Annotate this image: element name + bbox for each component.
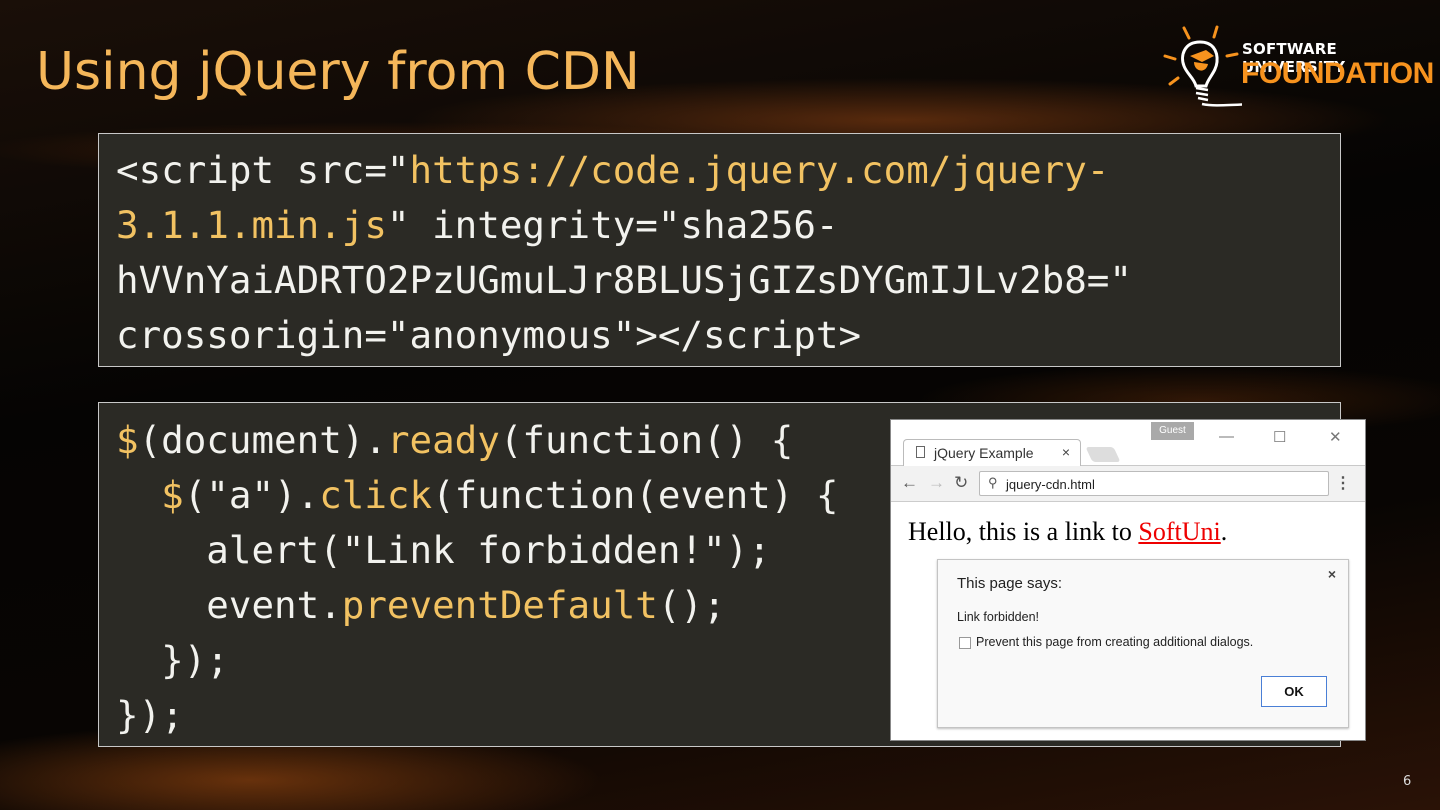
- document-icon: [916, 446, 925, 458]
- reload-icon[interactable]: ↻: [954, 473, 968, 493]
- page-content-text: Hello, this is a link to SoftUni.: [908, 517, 1227, 547]
- softuni-foundation-logo: SOFTWARE UNIVERSITY FOUNDATION: [1162, 24, 1434, 108]
- new-tab-button[interactable]: [1085, 447, 1121, 462]
- prevent-dialogs-label[interactable]: Prevent this page from creating addition…: [976, 635, 1253, 649]
- code-line: hVVnYaiADRTO2PzUGmuLJr8BLUSjGIZsDYGmIJLv…: [116, 253, 1340, 308]
- code-token: ();: [657, 583, 726, 627]
- tab-jquery-example[interactable]: jQuery Example ×: [903, 439, 1081, 467]
- code-token: });: [116, 638, 229, 682]
- code-token: (document).: [138, 418, 387, 462]
- code-token: ("a").: [183, 473, 320, 517]
- code-token: (function() {: [499, 418, 794, 462]
- close-window-icon[interactable]: ✕: [1329, 428, 1342, 446]
- code-token-highlight: $: [116, 418, 139, 462]
- code-token-highlight: https://code.jquery.com/jquery-: [409, 148, 1110, 192]
- code-token-highlight: 3.1.1.min.js: [116, 203, 387, 247]
- code-line: <script src="https://code.jquery.com/jqu…: [116, 143, 1340, 198]
- menu-kebab-icon[interactable]: ⋮: [1335, 473, 1351, 493]
- address-text: jquery-cdn.html: [1006, 477, 1095, 492]
- dialog-close-icon[interactable]: ×: [1328, 566, 1336, 582]
- forward-arrow-icon[interactable]: →: [928, 473, 945, 493]
- minimize-icon[interactable]: —: [1219, 428, 1234, 445]
- code-token: crossorigin="anonymous"></script>: [116, 313, 862, 357]
- hello-text: Hello, this is a link to: [908, 517, 1139, 546]
- tab-title: jQuery Example: [934, 445, 1034, 461]
- tab-bar: Guest — ☐ ✕ jQuery Example ×: [891, 420, 1365, 467]
- browser-window-screenshot: Guest — ☐ ✕ jQuery Example × ← → ↻ ⚲ jqu…: [890, 419, 1366, 741]
- dialog-heading: This page says:: [957, 575, 1063, 592]
- code-token: });: [116, 693, 184, 737]
- lightbulb-icon: [1163, 25, 1242, 107]
- maximize-icon[interactable]: ☐: [1273, 428, 1286, 446]
- logo-line2: FOUNDATION: [1241, 57, 1434, 90]
- code-token: (function(event) {: [432, 473, 839, 517]
- back-arrow-icon[interactable]: ←: [901, 473, 918, 493]
- period: .: [1220, 517, 1228, 546]
- code-token: event.: [116, 583, 342, 627]
- guest-badge: Guest: [1151, 422, 1194, 440]
- code-token: alert("Link forbidden!");: [116, 528, 771, 572]
- slide-title: Using jQuery from CDN: [36, 42, 640, 102]
- search-icon: ⚲: [988, 475, 998, 490]
- code-token-highlight: ready: [386, 418, 500, 462]
- dialog-message: Link forbidden!: [957, 610, 1040, 624]
- code-token-highlight: $: [161, 473, 184, 517]
- address-bar[interactable]: ⚲ jquery-cdn.html: [979, 471, 1329, 496]
- code-line: 3.1.1.min.js" integrity="sha256-: [116, 198, 1340, 253]
- prevent-dialogs-checkbox[interactable]: [959, 637, 971, 649]
- code-token: hVVnYaiADRTO2PzUGmuLJr8BLUSjGIZsDYGmIJLv…: [116, 258, 1132, 302]
- code-token: <script src=": [116, 148, 410, 192]
- browser-toolbar: ← → ↻ ⚲ jquery-cdn.html ⋮: [891, 466, 1365, 502]
- code-line: crossorigin="anonymous"></script>: [116, 308, 1340, 363]
- code-token-highlight: preventDefault: [341, 583, 658, 627]
- code-token: " integrity="sha256-: [386, 203, 839, 247]
- ok-button[interactable]: OK: [1261, 676, 1327, 707]
- code-token-highlight: click: [319, 473, 433, 517]
- page-number: 6: [1403, 774, 1412, 789]
- tab-close-icon[interactable]: ×: [1062, 444, 1070, 460]
- alert-dialog: This page says: × Link forbidden! Preven…: [937, 559, 1349, 728]
- code-block-script-tag: <script src="https://code.jquery.com/jqu…: [98, 133, 1341, 367]
- softuni-link[interactable]: SoftUni: [1138, 517, 1220, 546]
